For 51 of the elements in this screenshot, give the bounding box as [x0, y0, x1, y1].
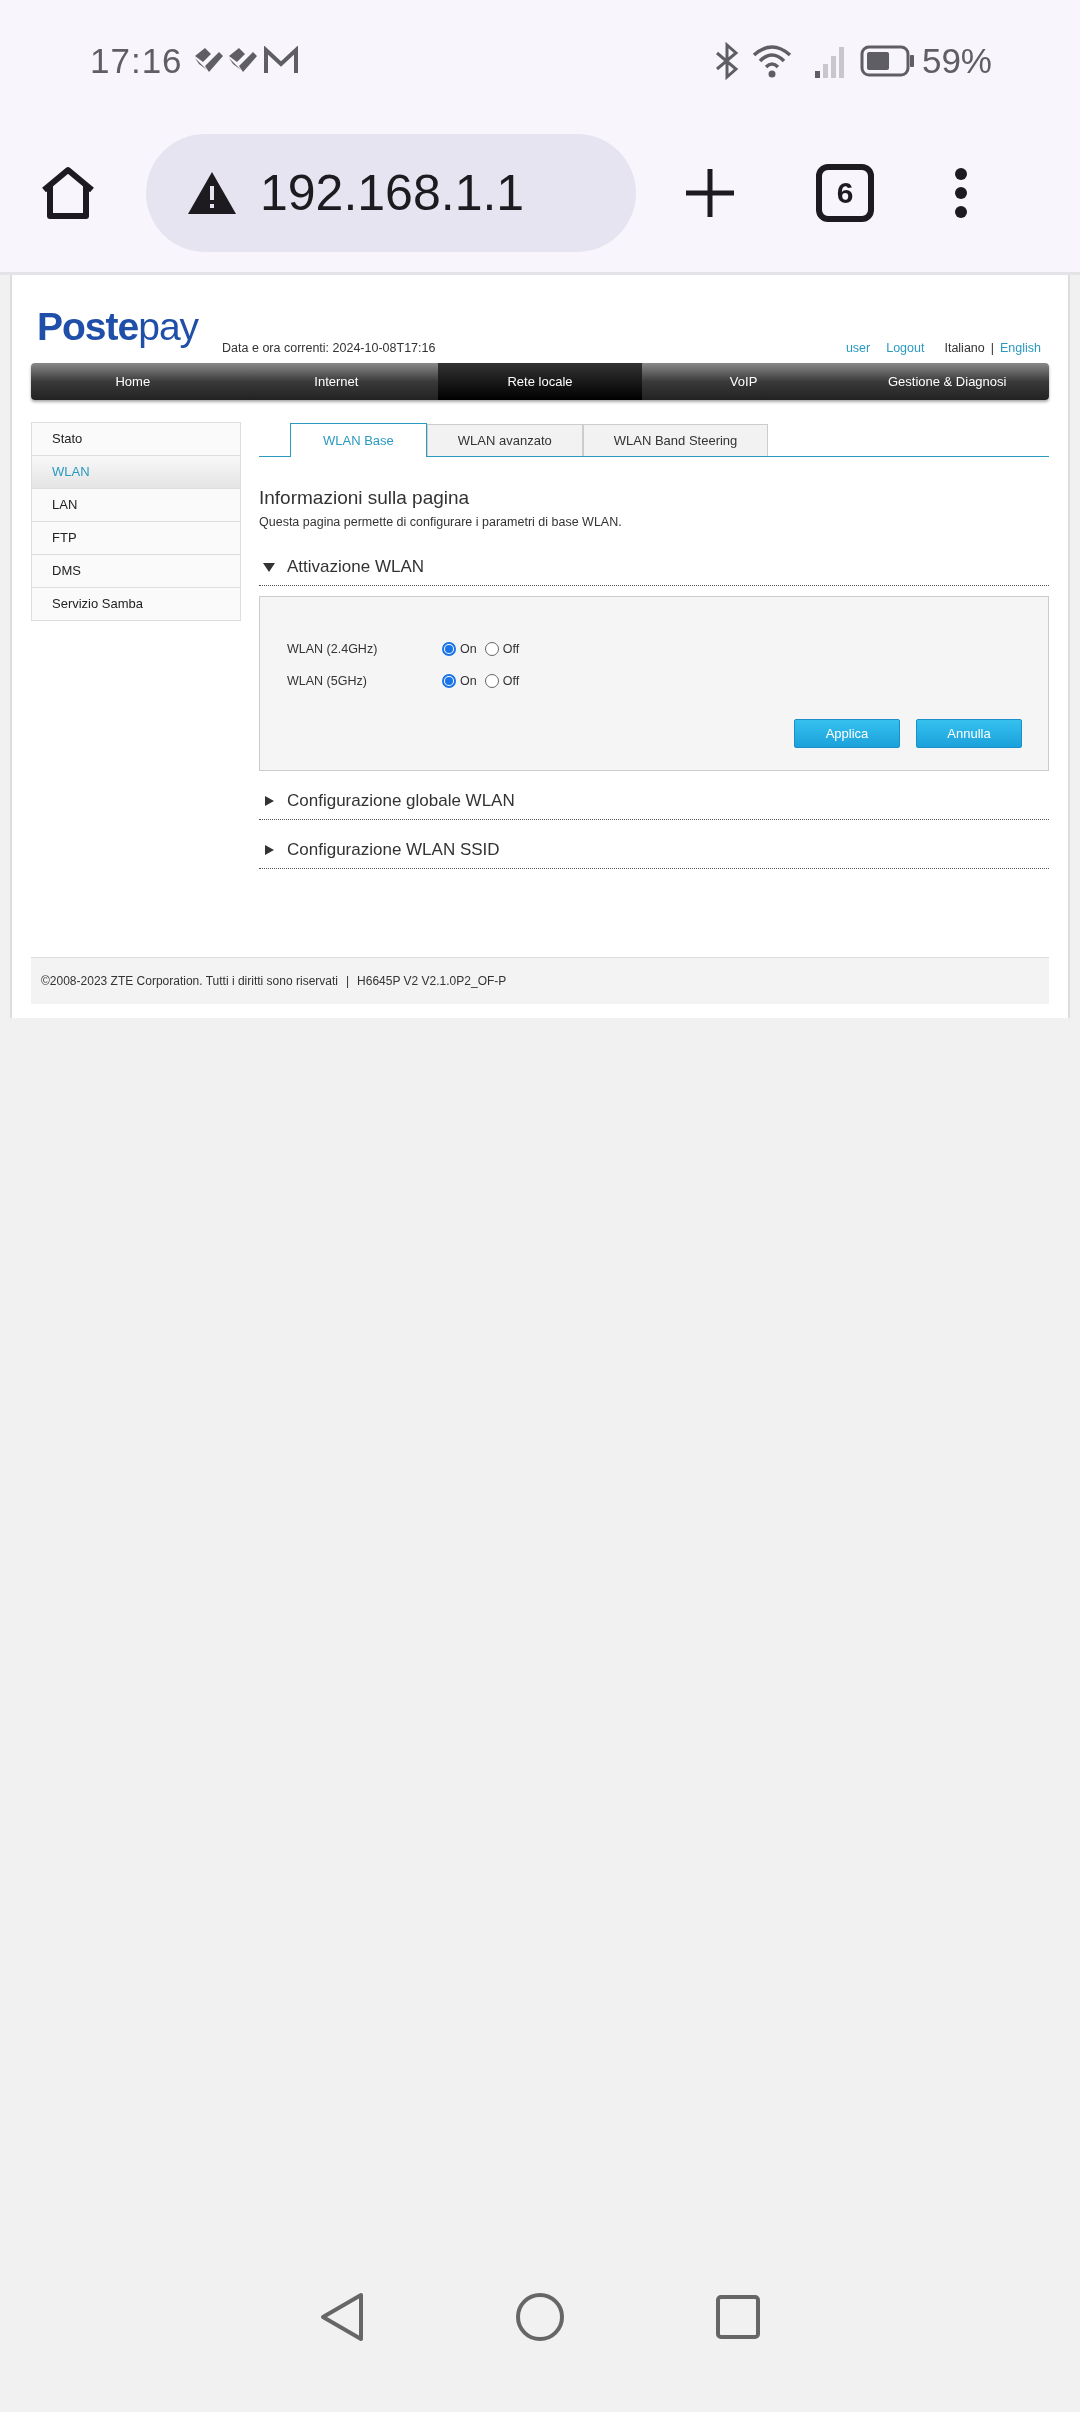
separator: | — [346, 974, 350, 988]
logo: Postepay — [37, 305, 199, 349]
recents-icon[interactable] — [715, 2294, 761, 2340]
warning-icon — [186, 170, 238, 216]
menu-icon[interactable] — [954, 167, 968, 219]
menu-tab[interactable]: Home — [31, 363, 235, 400]
language-link[interactable]: Italiano — [944, 341, 985, 355]
field-label: WLAN (5GHz) — [287, 674, 368, 688]
radio-button[interactable] — [484, 642, 499, 656]
radio-label: On — [460, 674, 477, 688]
field-label: WLAN (2.4GHz) — [287, 642, 379, 656]
caret-right-icon — [263, 844, 275, 856]
caret-down-icon — [263, 561, 275, 573]
sidebar-item[interactable]: LAN — [32, 488, 240, 521]
back-icon[interactable] — [319, 2292, 365, 2342]
battery-icon — [859, 44, 916, 78]
menu-tab[interactable]: Rete locale — [438, 363, 642, 400]
bluetooth-icon — [713, 41, 740, 81]
section-header[interactable]: Attivazione WLAN — [259, 549, 1049, 586]
separator: | — [990, 341, 994, 355]
radio-label: Off — [502, 674, 520, 688]
sidebar-item[interactable]: Stato — [32, 423, 240, 455]
mail-icon — [262, 46, 299, 76]
page-title: Informazioni sulla pagina — [259, 487, 471, 509]
caret-right-icon — [263, 795, 275, 807]
section-header[interactable]: Configurazione globale WLAN — [259, 783, 1049, 820]
sidebar-item[interactable]: FTP — [32, 521, 240, 554]
radio-label: On — [460, 642, 477, 656]
page-description: Questa pagina permette di configurare i parametri di base WLAN. — [259, 515, 623, 529]
tab[interactable]: WLAN avanzato — [426, 424, 583, 456]
battery-percentage: 59% — [921, 41, 992, 81]
version-text: H6645P V2 V2.1.0P2_OF-P — [357, 974, 507, 988]
radio-button[interactable] — [442, 642, 456, 656]
menu-tab[interactable]: Internet — [234, 363, 439, 400]
radio-button[interactable] — [442, 674, 456, 688]
radio-button[interactable] — [484, 674, 499, 688]
address-bar[interactable]: 192.168.1.1 — [146, 134, 636, 252]
current-datetime: Data e ora correnti: 2024-10-08T17:16 — [222, 341, 436, 355]
home-button-icon[interactable] — [515, 2292, 565, 2342]
section-header[interactable]: Configurazione WLAN SSID — [259, 832, 1049, 869]
copyright-text: ©2008-2023 ZTE Corporation. Tutti i diritti sono riservati — [41, 974, 338, 988]
home-icon[interactable] — [40, 166, 96, 220]
tab-switcher-button[interactable]: 6 — [816, 164, 874, 222]
menu-tab[interactable]: VoIP — [641, 363, 846, 400]
menu-tab[interactable]: Gestione & Diagnosi — [845, 363, 1049, 400]
radio-label: Off — [502, 642, 520, 656]
sidebar-item[interactable]: Servizio Samba — [32, 587, 240, 620]
sidebar-item[interactable]: DMS — [32, 554, 240, 587]
status-time: 17:16 — [90, 41, 183, 81]
new-tab-icon[interactable] — [684, 167, 736, 219]
tab[interactable]: WLAN Band Steering — [582, 424, 769, 456]
